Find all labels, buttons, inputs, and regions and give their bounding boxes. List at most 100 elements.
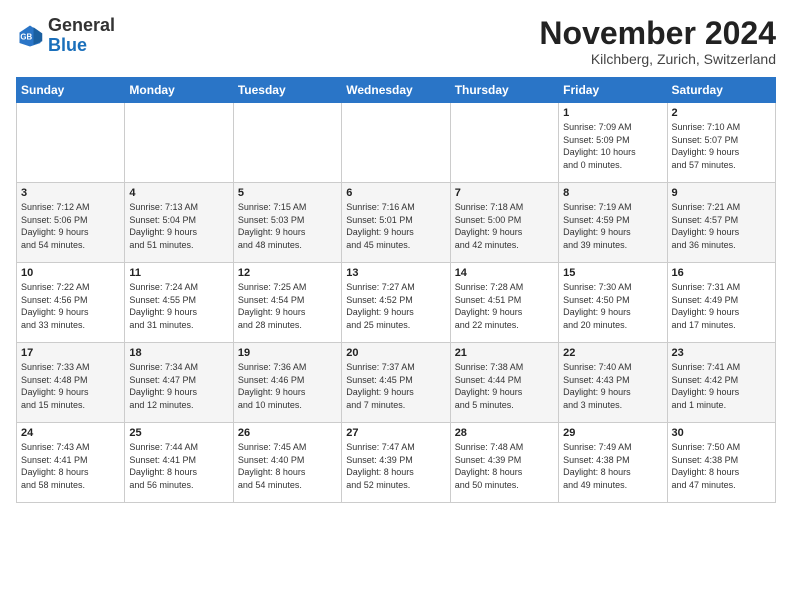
calendar-cell: 16Sunrise: 7:31 AM Sunset: 4:49 PM Dayli… bbox=[667, 263, 775, 343]
title-block: November 2024 Kilchberg, Zurich, Switzer… bbox=[539, 16, 776, 67]
day-number: 16 bbox=[672, 267, 771, 279]
day-number: 21 bbox=[455, 347, 554, 359]
day-info: Sunrise: 7:34 AM Sunset: 4:47 PM Dayligh… bbox=[129, 361, 228, 411]
day-info: Sunrise: 7:22 AM Sunset: 4:56 PM Dayligh… bbox=[21, 281, 120, 331]
day-info: Sunrise: 7:41 AM Sunset: 4:42 PM Dayligh… bbox=[672, 361, 771, 411]
calendar-cell: 19 Sunrise: 7:36 AM Sunset: 4:46 PM Dayli… bbox=[233, 343, 341, 423]
calendar-cell: 22 Sunrise: 7:40 AM Sunset: 4:43 PM Dayli… bbox=[559, 343, 667, 423]
calendar-cell: 2 Sunrise: 7:10 AM Sunset: 5:07 PM Daylig… bbox=[667, 103, 775, 183]
calendar-cell: 24 Sunrise: 7:43 AM Sunset: 4:41 PM Dayli… bbox=[17, 423, 125, 503]
calendar-cell bbox=[450, 103, 558, 183]
day-number: 10 bbox=[21, 267, 120, 279]
day-number: 14 bbox=[455, 267, 554, 279]
weekday-header: Monday bbox=[125, 78, 233, 103]
weekday-header: Thursday bbox=[450, 78, 558, 103]
day-number: 4 bbox=[129, 187, 228, 199]
day-info: Sunrise: 7:13 AM Sunset: 5:04 PM Dayligh… bbox=[129, 201, 228, 251]
day-info: Sunrise: 7:21 AM Sunset: 4:57 PM Dayligh… bbox=[672, 201, 771, 251]
day-info: Sunrise: 7:16 AM Sunset: 5:01 PM Dayligh… bbox=[346, 201, 445, 251]
day-number: 20 bbox=[346, 347, 445, 359]
location: Kilchberg, Zurich, Switzerland bbox=[539, 51, 776, 67]
day-info: Sunrise: 7:40 AM Sunset: 4:43 PM Dayligh… bbox=[563, 361, 662, 411]
day-number: 12 bbox=[238, 267, 337, 279]
day-number: 23 bbox=[672, 347, 771, 359]
day-number: 19 bbox=[238, 347, 337, 359]
calendar-row: 3 Sunrise: 7:12 AM Sunset: 5:06 PM Daylig… bbox=[17, 183, 776, 263]
day-number: 24 bbox=[21, 427, 120, 439]
weekday-header: Sunday bbox=[17, 78, 125, 103]
day-number: 9 bbox=[672, 187, 771, 199]
calendar-cell: 14 Sunrise: 7:28 AM Sunset: 4:51 PM Dayli… bbox=[450, 263, 558, 343]
calendar-cell: 1 Sunrise: 7:09 AM Sunset: 5:09 PM Daylig… bbox=[559, 103, 667, 183]
day-info: Sunrise: 7:09 AM Sunset: 5:09 PM Dayligh… bbox=[563, 121, 662, 171]
month-title: November 2024 bbox=[539, 16, 776, 51]
calendar-cell: 26Sunrise: 7:45 AM Sunset: 4:40 PM Dayli… bbox=[233, 423, 341, 503]
day-info: Sunrise: 7:12 AM Sunset: 5:06 PM Dayligh… bbox=[21, 201, 120, 251]
calendar-cell: 29Sunrise: 7:49 AM Sunset: 4:38 PM Dayli… bbox=[559, 423, 667, 503]
calendar-cell bbox=[233, 103, 341, 183]
calendar-cell: 7 Sunrise: 7:18 AM Sunset: 5:00 PM Daylig… bbox=[450, 183, 558, 263]
day-number: 18 bbox=[129, 347, 228, 359]
header-row: SundayMondayTuesdayWednesdayThursdayFrid… bbox=[17, 78, 776, 103]
day-number: 8 bbox=[563, 187, 662, 199]
calendar-cell: 18 Sunrise: 7:34 AM Sunset: 4:47 PM Dayli… bbox=[125, 343, 233, 423]
day-info: Sunrise: 7:18 AM Sunset: 5:00 PM Dayligh… bbox=[455, 201, 554, 251]
day-info: Sunrise: 7:50 AM Sunset: 4:38 PM Dayligh… bbox=[672, 441, 771, 491]
calendar-cell: 13 Sunrise: 7:27 AM Sunset: 4:52 PM Dayli… bbox=[342, 263, 450, 343]
day-info: Sunrise: 7:43 AM Sunset: 4:41 PM Dayligh… bbox=[21, 441, 120, 491]
calendar-row: 17 Sunrise: 7:33 AM Sunset: 4:48 PM Dayli… bbox=[17, 343, 776, 423]
calendar-cell: 17 Sunrise: 7:33 AM Sunset: 4:48 PM Dayli… bbox=[17, 343, 125, 423]
day-info: Sunrise: 7:10 AM Sunset: 5:07 PM Dayligh… bbox=[672, 121, 771, 171]
day-info: Sunrise: 7:19 AM Sunset: 4:59 PM Dayligh… bbox=[563, 201, 662, 251]
day-number: 3 bbox=[21, 187, 120, 199]
calendar-cell: 20 Sunrise: 7:37 AM Sunset: 4:45 PM Dayli… bbox=[342, 343, 450, 423]
calendar-row: 10 Sunrise: 7:22 AM Sunset: 4:56 PM Dayli… bbox=[17, 263, 776, 343]
day-number: 5 bbox=[238, 187, 337, 199]
calendar-cell: 10 Sunrise: 7:22 AM Sunset: 4:56 PM Dayli… bbox=[17, 263, 125, 343]
day-number: 2 bbox=[672, 107, 771, 119]
day-info: Sunrise: 7:28 AM Sunset: 4:51 PM Dayligh… bbox=[455, 281, 554, 331]
day-info: Sunrise: 7:45 AM Sunset: 4:40 PM Dayligh… bbox=[238, 441, 337, 491]
calendar-cell: 25Sunrise: 7:44 AM Sunset: 4:41 PM Dayli… bbox=[125, 423, 233, 503]
logo-text: General Blue bbox=[48, 16, 115, 56]
calendar-cell bbox=[125, 103, 233, 183]
day-number: 11 bbox=[129, 267, 228, 279]
day-number: 28 bbox=[455, 427, 554, 439]
calendar-cell: 12 Sunrise: 7:25 AM Sunset: 4:54 PM Dayli… bbox=[233, 263, 341, 343]
calendar-cell: 28 Sunrise: 7:48 AM Sunset: 4:39 PM Dayli… bbox=[450, 423, 558, 503]
header: GB General Blue November 2024 Kilchberg,… bbox=[16, 16, 776, 67]
day-info: Sunrise: 7:36 AM Sunset: 4:46 PM Dayligh… bbox=[238, 361, 337, 411]
calendar-cell: 3 Sunrise: 7:12 AM Sunset: 5:06 PM Daylig… bbox=[17, 183, 125, 263]
day-info: Sunrise: 7:38 AM Sunset: 4:44 PM Dayligh… bbox=[455, 361, 554, 411]
day-info: Sunrise: 7:44 AM Sunset: 4:41 PM Dayligh… bbox=[129, 441, 228, 491]
day-number: 7 bbox=[455, 187, 554, 199]
day-number: 29 bbox=[563, 427, 662, 439]
day-info: Sunrise: 7:25 AM Sunset: 4:54 PM Dayligh… bbox=[238, 281, 337, 331]
calendar-cell: 23 Sunrise: 7:41 AM Sunset: 4:42 PM Dayli… bbox=[667, 343, 775, 423]
day-info: Sunrise: 7:27 AM Sunset: 4:52 PM Dayligh… bbox=[346, 281, 445, 331]
logo-icon: GB bbox=[16, 22, 44, 50]
day-info: Sunrise: 7:37 AM Sunset: 4:45 PM Dayligh… bbox=[346, 361, 445, 411]
svg-text:GB: GB bbox=[20, 32, 32, 41]
day-number: 13 bbox=[346, 267, 445, 279]
calendar-cell: 9 Sunrise: 7:21 AM Sunset: 4:57 PM Daylig… bbox=[667, 183, 775, 263]
day-info: Sunrise: 7:33 AM Sunset: 4:48 PM Dayligh… bbox=[21, 361, 120, 411]
day-info: Sunrise: 7:48 AM Sunset: 4:39 PM Dayligh… bbox=[455, 441, 554, 491]
day-info: Sunrise: 7:47 AM Sunset: 4:39 PM Dayligh… bbox=[346, 441, 445, 491]
day-number: 22 bbox=[563, 347, 662, 359]
day-number: 6 bbox=[346, 187, 445, 199]
day-number: 17 bbox=[21, 347, 120, 359]
day-info: Sunrise: 7:15 AM Sunset: 5:03 PM Dayligh… bbox=[238, 201, 337, 251]
day-number: 30 bbox=[672, 427, 771, 439]
calendar-row: 1 Sunrise: 7:09 AM Sunset: 5:09 PM Daylig… bbox=[17, 103, 776, 183]
calendar-cell: 15Sunrise: 7:30 AM Sunset: 4:50 PM Dayli… bbox=[559, 263, 667, 343]
day-number: 27 bbox=[346, 427, 445, 439]
calendar-cell: 6 Sunrise: 7:16 AM Sunset: 5:01 PM Daylig… bbox=[342, 183, 450, 263]
day-info: Sunrise: 7:24 AM Sunset: 4:55 PM Dayligh… bbox=[129, 281, 228, 331]
calendar-cell: 4 Sunrise: 7:13 AM Sunset: 5:04 PM Daylig… bbox=[125, 183, 233, 263]
calendar-cell: 5 Sunrise: 7:15 AM Sunset: 5:03 PM Daylig… bbox=[233, 183, 341, 263]
calendar-cell bbox=[342, 103, 450, 183]
day-number: 1 bbox=[563, 107, 662, 119]
weekday-header: Tuesday bbox=[233, 78, 341, 103]
logo-blue: Blue bbox=[48, 35, 87, 55]
